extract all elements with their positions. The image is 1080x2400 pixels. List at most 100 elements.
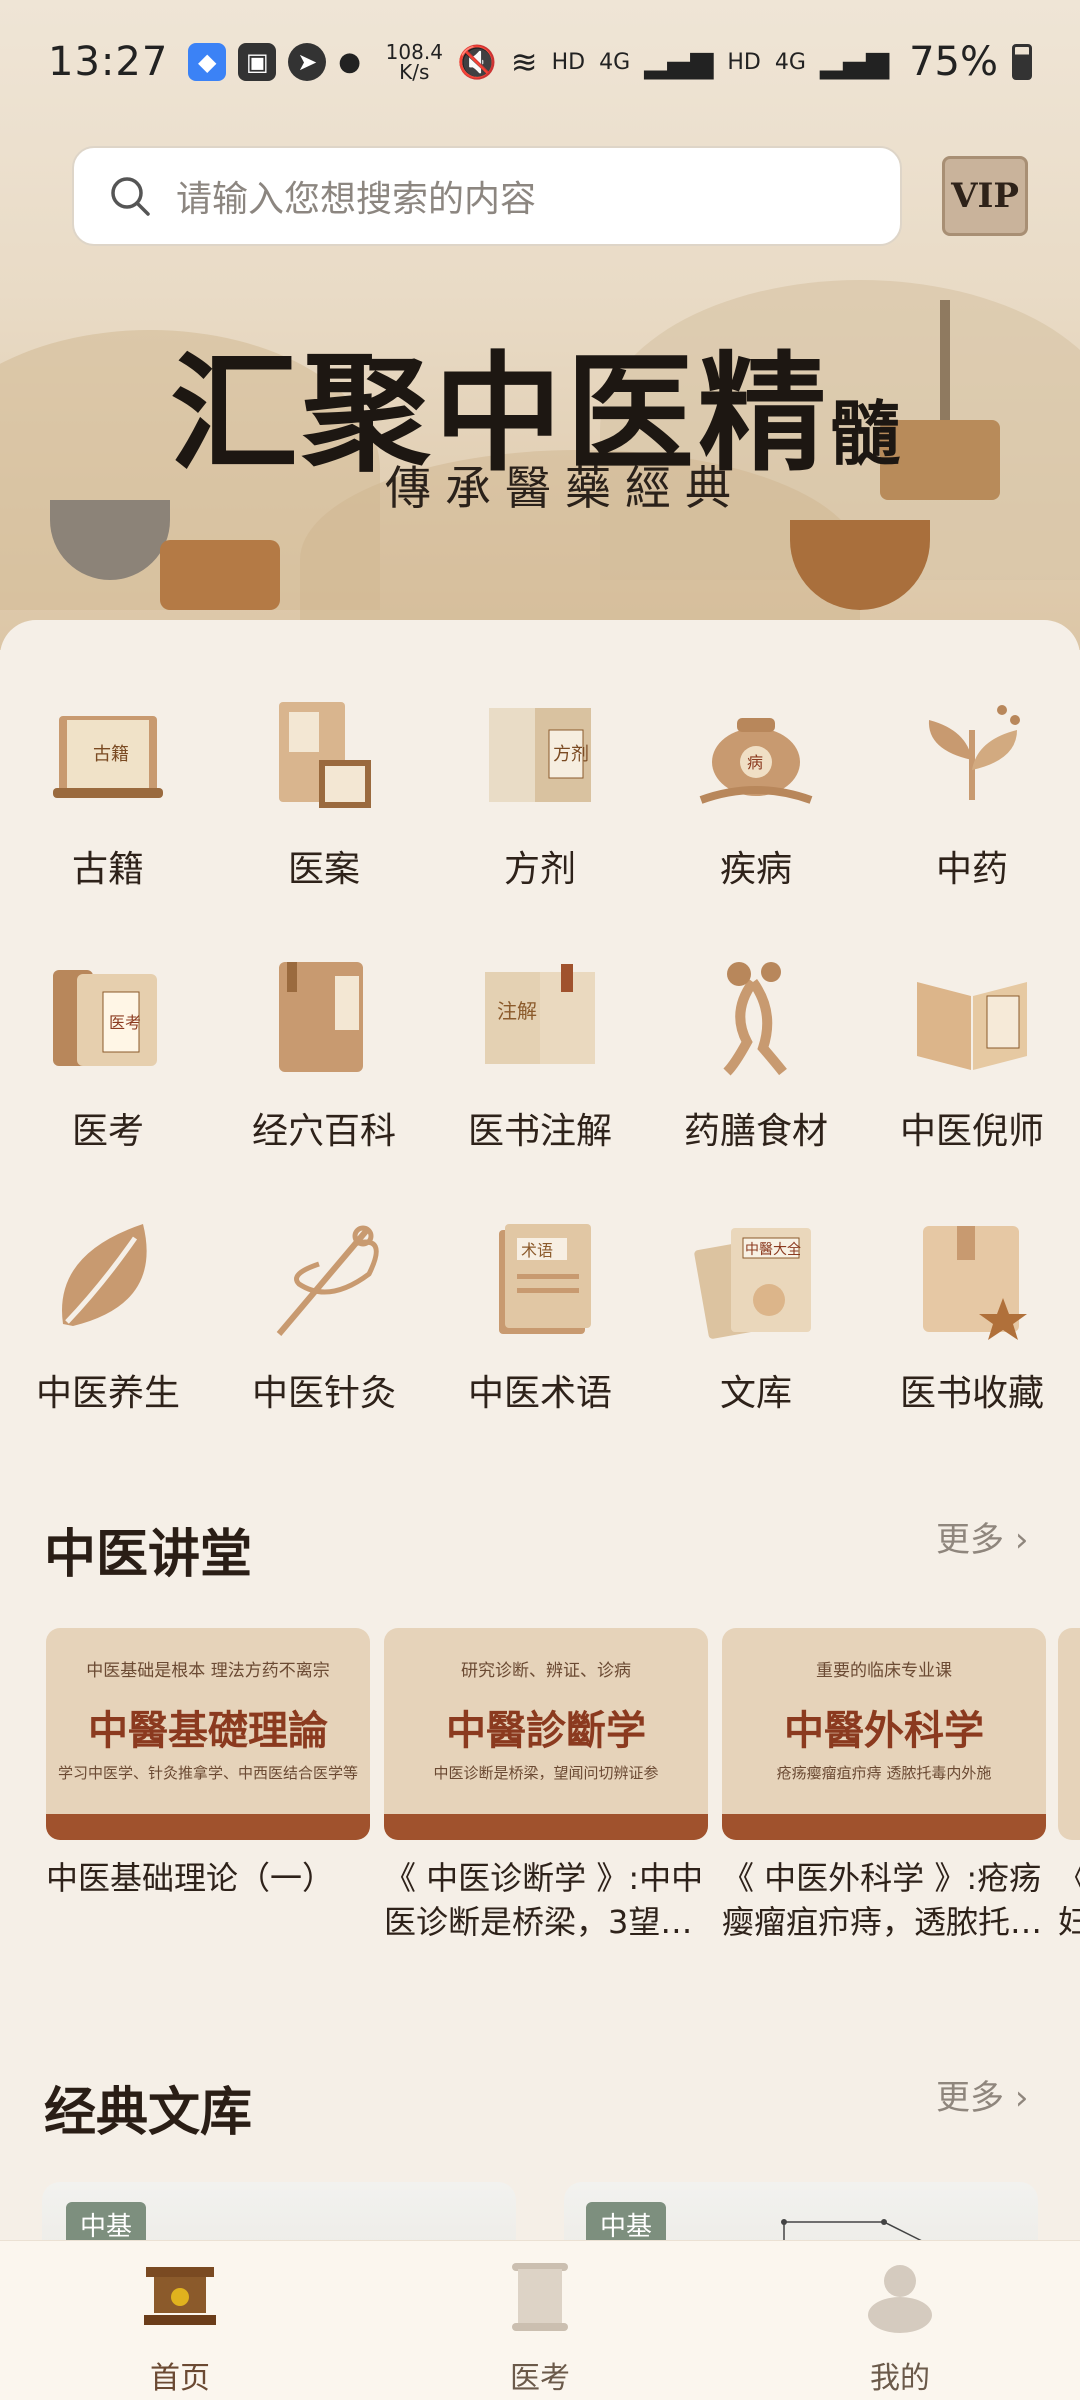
category-item-15[interactable]: 医书收藏 — [864, 1214, 1080, 1416]
category-label: 经穴百科 — [251, 1111, 396, 1152]
mute-icon: 🔇 — [456, 43, 497, 81]
scroll-icon — [512, 2263, 568, 2331]
leaf-icon — [62, 1224, 147, 1326]
hd-badge: HD — [727, 49, 761, 75]
gallery-notification-icon: ▣ — [238, 43, 277, 81]
course-title: 中医基础理论（一） — [46, 1859, 335, 1897]
hd-badge: HD — [551, 49, 586, 75]
svg-text:古籍: 古籍 — [93, 744, 129, 765]
course-title-partial: 《 妇 — [1058, 1859, 1080, 1941]
course-card-tagline: 研究诊断、辨证、诊病 — [461, 1661, 631, 1681]
category-label: 中医倪师 — [899, 1111, 1044, 1152]
svg-text:医考: 医考 — [109, 1013, 141, 1032]
category-label: 中医针灸 — [251, 1373, 396, 1414]
battery-icon — [1012, 44, 1032, 80]
category-label: 古籍 — [71, 849, 144, 890]
herb-icon — [928, 705, 1020, 800]
acupuncture-needle-icon — [276, 1225, 379, 1336]
course-card-band — [722, 1814, 1046, 1840]
category-label: 医考 — [71, 1111, 144, 1152]
tab-home-label: 首页 — [150, 2361, 210, 2396]
course-card[interactable]: 重要的临床专业课中醫外科学疮疡瘿瘤疽疖痔 透脓托毒内外施 — [722, 1628, 1046, 1840]
home-pavilion-icon — [144, 2267, 216, 2325]
status-time: 13:27 — [48, 39, 169, 85]
category-label: 医书注解 — [467, 1111, 612, 1152]
ginseng-icon — [723, 962, 787, 1076]
annotation-book-icon: 注解 — [485, 964, 595, 1064]
signal-4g-icon: 4G — [774, 49, 806, 75]
category-label: 中药 — [935, 849, 1008, 890]
more-dot-icon: ● — [338, 47, 361, 77]
category-item-11[interactable]: 中医养生 — [0, 1214, 216, 1416]
category-label: 中医术语 — [467, 1373, 612, 1414]
category-item-13[interactable]: 术语 中医术语 — [432, 1214, 648, 1416]
course-card-title: 中醫基礎理論 — [88, 1707, 328, 1754]
category-item-12[interactable]: 中医针灸 — [216, 1214, 432, 1416]
category-label: 药膳食材 — [683, 1111, 828, 1152]
library-more-link[interactable]: 更多 › — [936, 2070, 1028, 2119]
category-item-7[interactable]: 经穴百科 — [216, 952, 432, 1154]
vip-button[interactable]: VIP — [942, 156, 1028, 236]
course-card-tagline: 重要的临床专业课 — [816, 1661, 952, 1681]
tab-mine-label: 我的 — [870, 2361, 930, 2396]
category-item-4[interactable]: 病疾病 — [648, 690, 864, 892]
library-icon: 中醫大全 — [694, 1228, 811, 1339]
signal-bars-icon: ▂▄▆ — [644, 44, 714, 80]
wifi-icon: ≋ — [510, 43, 538, 81]
category-item-3[interactable]: 方剂 方剂 — [432, 690, 648, 892]
course-card-caption: 学习中医学、针灸推拿学、中西医结合医学等 — [57, 1764, 358, 1782]
ni-teacher-book-icon — [917, 982, 1027, 1070]
terminology-icon: 术语 — [499, 1224, 591, 1334]
battery-level: 75% — [909, 39, 998, 85]
disease-pot-icon: 病 — [699, 718, 813, 804]
lecture-more-link[interactable]: 更多 › — [936, 1512, 1028, 1561]
bottom-tab-bar: 首页 医考 我的 — [0, 2240, 1080, 2400]
course-card-band — [46, 1814, 370, 1840]
bookmark-star-icon — [923, 1226, 1027, 1340]
tab-exam-label: 医考 — [510, 2361, 570, 2396]
course-card-partial[interactable] — [1058, 1628, 1080, 1840]
category-item-10[interactable]: 中医倪师 — [864, 952, 1080, 1154]
category-label: 医案 — [287, 849, 360, 890]
category-label: 医书收藏 — [899, 1373, 1044, 1414]
ancient-book-icon: 古籍 — [53, 716, 163, 798]
banner-subtitle: 傳承醫藥經典 — [385, 461, 745, 515]
course-card-caption: 中医诊断是桥梁，望闻问切辨证参 — [433, 1764, 659, 1782]
course-card[interactable]: 研究诊断、辨证、诊病中醫診斷学中医诊断是桥梁，望闻问切辨证参 — [384, 1628, 708, 1840]
svg-text:病: 病 — [747, 753, 763, 772]
signal-4g-icon: 4G — [599, 49, 631, 75]
library-section-title: 经典文库 — [44, 2082, 253, 2143]
category-item-2[interactable]: 医案 — [216, 690, 432, 892]
herb-bundle-illustration — [160, 540, 280, 610]
category-item-1[interactable]: 古籍 古籍 — [0, 690, 216, 892]
course-card-caption: 疮疡瘿瘤疽疖痔 透脓托毒内外施 — [776, 1764, 992, 1782]
course-card-title: 中醫外科学 — [784, 1707, 984, 1754]
course-title: 《 中医外科学 》:疮疡瘿瘤疽疖痔，透脓托… — [722, 1859, 1043, 1941]
svg-text:注解: 注解 — [497, 999, 537, 1023]
search-bar[interactable]: 请输入您想搜索的内容 — [72, 146, 902, 246]
category-label: 中医养生 — [35, 1373, 180, 1414]
svg-text:中醫大全: 中醫大全 — [745, 1241, 801, 1258]
category-label: 方剂 — [503, 849, 576, 890]
course-card[interactable]: 中医基础是根本 理法方药不离宗 中醫基礎理論 学习中医学、针灸推拿学、中西医结合医学… — [46, 1628, 370, 1840]
telegram-notification-icon: ➤ — [288, 43, 327, 81]
lecture-section-title: 中医讲堂 — [44, 1524, 253, 1585]
acupoint-book-icon — [279, 962, 363, 1072]
search-icon — [111, 177, 150, 216]
category-item-9[interactable]: 药膳食材 — [648, 952, 864, 1154]
category-item-6[interactable]: 医考 医考 — [0, 952, 216, 1154]
tab-home[interactable]: 首页 — [80, 2259, 280, 2397]
net-speed: 108.4 K/s — [385, 40, 443, 84]
exam-icon: 医考 — [53, 970, 157, 1066]
course-card-title: 中醫診斷学 — [446, 1707, 646, 1754]
status-bar: 13:27 ◆ ▣ ➤ ● 108.4 K/s 🔇 ≋ HD 4G ▂▄▆ HD … — [0, 0, 1080, 124]
category-label: 文库 — [719, 1373, 792, 1414]
svg-text:术语: 术语 — [521, 1241, 553, 1260]
tab-exam[interactable]: 医考 — [440, 2259, 640, 2397]
category-item-14[interactable]: 中醫大全文库 — [648, 1214, 864, 1416]
tab-mine[interactable]: 我的 — [800, 2259, 1000, 2397]
app-notification-icon: ◆ — [188, 43, 227, 81]
tree-illustration — [940, 300, 950, 420]
category-item-5[interactable]: 中药 — [864, 690, 1080, 892]
category-item-8[interactable]: 注解医书注解 — [432, 952, 648, 1154]
